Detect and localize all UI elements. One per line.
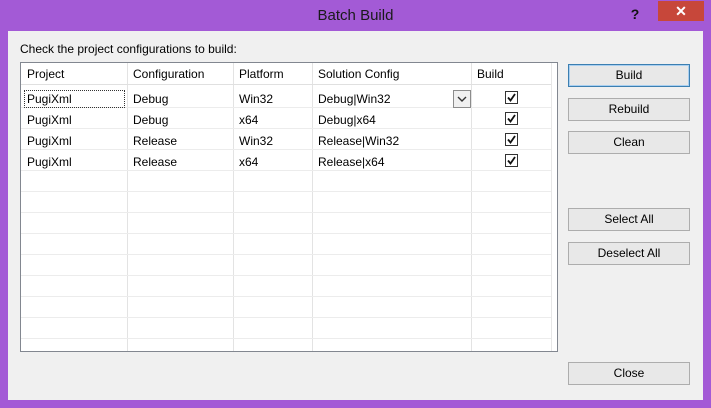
checkmark-icon xyxy=(507,156,516,165)
cell-platform[interactable]: Win32 xyxy=(239,134,273,148)
header-project[interactable]: Project xyxy=(27,67,64,81)
header-separator xyxy=(21,84,551,85)
header-solution-config[interactable]: Solution Config xyxy=(318,67,399,81)
build-checkbox[interactable] xyxy=(505,112,518,125)
cell-configuration[interactable]: Debug xyxy=(133,113,168,127)
cell-project[interactable]: PugiXml xyxy=(27,134,72,148)
row-line xyxy=(21,191,551,192)
header-configuration[interactable]: Configuration xyxy=(133,67,204,81)
solution-config-dropdown-button[interactable] xyxy=(453,90,471,108)
cell-project[interactable]: PugiXml xyxy=(27,155,72,169)
help-button[interactable]: ? xyxy=(620,4,650,24)
build-checkbox[interactable] xyxy=(505,154,518,167)
batch-build-window: Batch Build ? ✕ Check the project config… xyxy=(0,0,711,408)
build-checkbox[interactable] xyxy=(505,91,518,104)
chevron-down-icon xyxy=(457,96,467,102)
checkmark-icon xyxy=(507,135,516,144)
cell-solution-config[interactable]: Release|x64 xyxy=(318,155,385,169)
cell-configuration[interactable]: Debug xyxy=(133,92,168,106)
cell-configuration[interactable]: Release xyxy=(133,155,177,169)
cell-project[interactable]: PugiXml xyxy=(27,113,72,127)
cell-solution-config[interactable]: Release|Win32 xyxy=(318,134,399,148)
cell-platform[interactable]: Win32 xyxy=(239,92,273,106)
cell-platform[interactable]: x64 xyxy=(239,113,258,127)
row-line xyxy=(21,170,551,171)
grid-scroll-area[interactable] xyxy=(551,63,557,351)
cell-platform[interactable]: x64 xyxy=(239,155,258,169)
row-line xyxy=(21,149,551,150)
row-line xyxy=(21,338,551,339)
title-bar[interactable]: Batch Build ? ✕ xyxy=(0,0,711,32)
cell-solution-config[interactable]: Debug|x64 xyxy=(318,113,376,127)
rebuild-button[interactable]: Rebuild xyxy=(568,98,690,121)
dialog-client-area: Check the project configurations to buil… xyxy=(8,31,703,400)
configurations-grid[interactable]: Project Configuration Platform Solution … xyxy=(20,62,558,352)
row-line xyxy=(21,296,551,297)
header-build[interactable]: Build xyxy=(477,67,504,81)
select-all-button[interactable]: Select All xyxy=(568,208,690,231)
checkmark-icon xyxy=(507,114,516,123)
build-button[interactable]: Build xyxy=(568,64,690,87)
checkmark-icon xyxy=(507,93,516,102)
row-line xyxy=(21,254,551,255)
row-line xyxy=(21,128,551,129)
build-checkbox[interactable] xyxy=(505,133,518,146)
row-line xyxy=(21,212,551,213)
row-line xyxy=(21,233,551,234)
cell-solution-config-dropdown[interactable]: Debug|Win32 xyxy=(318,92,391,106)
row-line xyxy=(21,317,551,318)
deselect-all-button[interactable]: Deselect All xyxy=(568,242,690,265)
instructions-label: Check the project configurations to buil… xyxy=(20,42,237,56)
window-title: Batch Build xyxy=(317,7,394,24)
row-line xyxy=(21,275,551,276)
cell-project[interactable]: PugiXml xyxy=(27,92,72,106)
cell-configuration[interactable]: Release xyxy=(133,134,177,148)
header-platform[interactable]: Platform xyxy=(239,67,284,81)
clean-button[interactable]: Clean xyxy=(568,131,690,154)
window-close-button[interactable]: ✕ xyxy=(658,1,704,21)
close-button[interactable]: Close xyxy=(568,362,690,385)
